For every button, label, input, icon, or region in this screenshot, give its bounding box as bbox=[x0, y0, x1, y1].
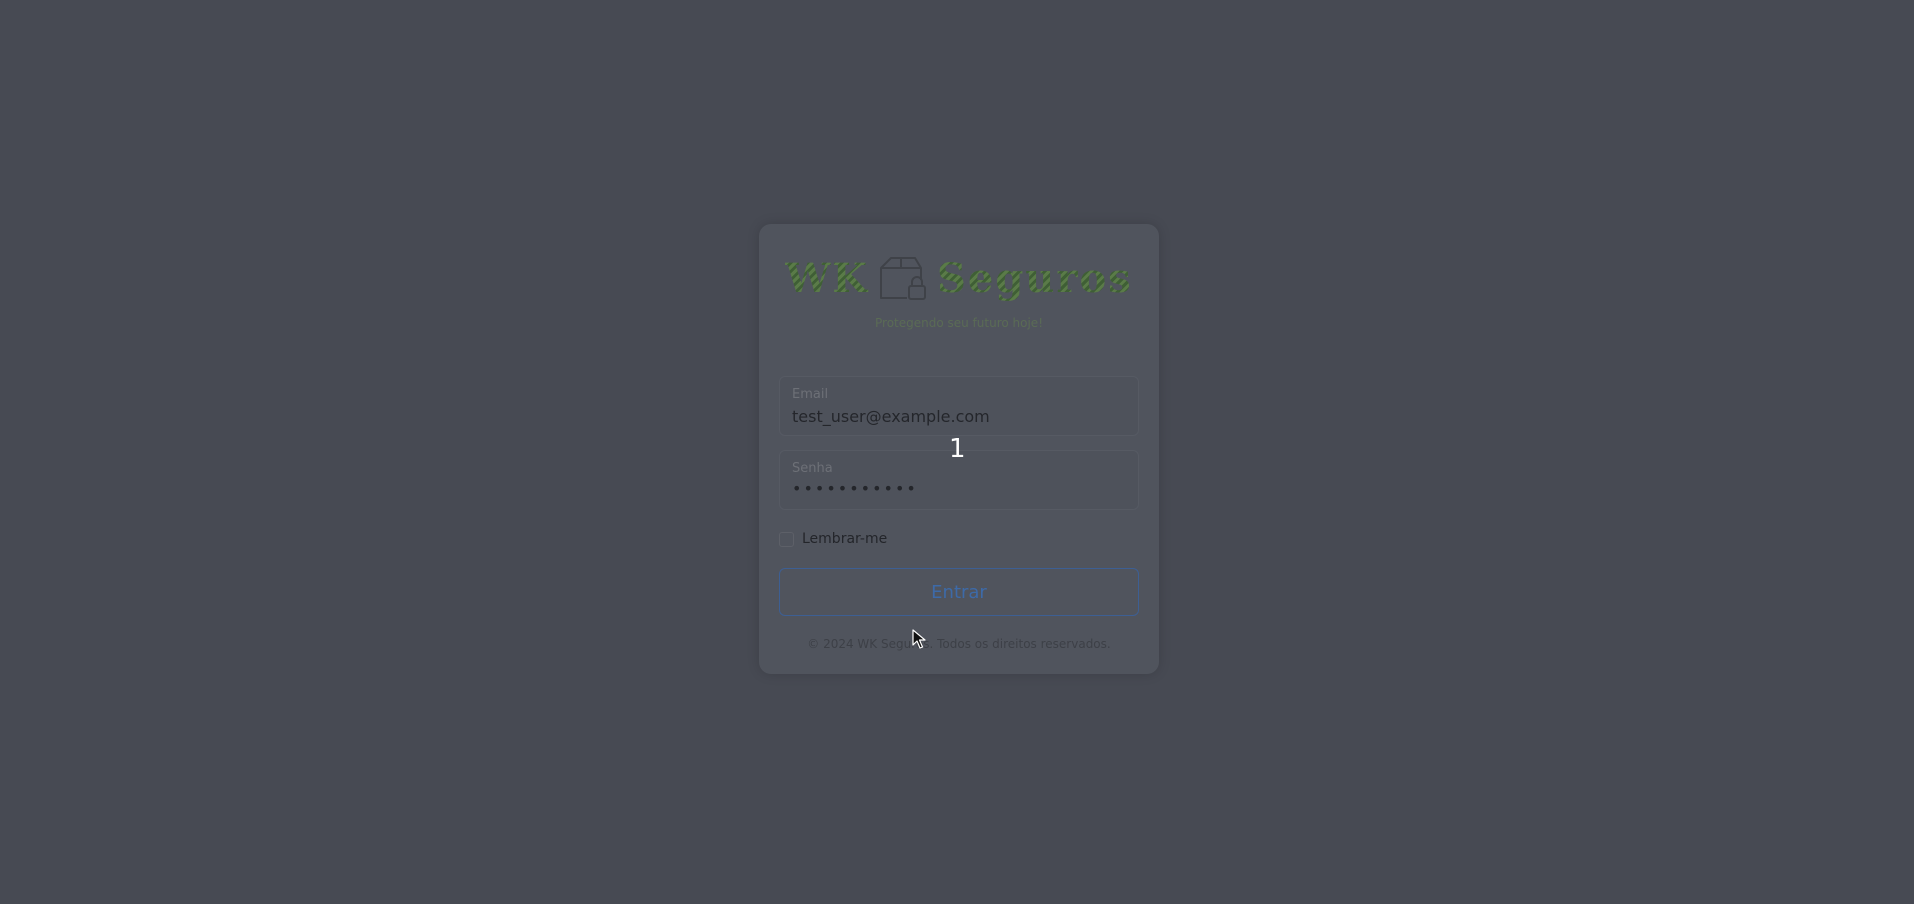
brand-name-right: Seguros bbox=[937, 255, 1133, 302]
email-input[interactable]: test_user@example.com bbox=[792, 407, 990, 426]
remember-label[interactable]: Lembrar-me bbox=[802, 531, 887, 547]
brand-name-left: WK bbox=[785, 255, 869, 302]
box-lock-icon bbox=[880, 257, 926, 300]
email-label: Email bbox=[792, 387, 829, 402]
email-field[interactable]: Email test_user@example.com bbox=[779, 376, 1139, 436]
mouse-pointer-icon bbox=[912, 629, 926, 649]
copyright-footer: © 2024 WK Seguros. Todos os direitos res… bbox=[807, 637, 1111, 651]
login-card: WK Seguros Protegendo seu futuro hoje! E… bbox=[759, 224, 1159, 674]
remember-me[interactable]: Lembrar-me bbox=[779, 531, 887, 547]
remember-checkbox[interactable] bbox=[779, 531, 794, 547]
password-input[interactable]: ••••••••••• bbox=[792, 479, 918, 498]
password-label: Senha bbox=[792, 461, 833, 476]
step-marker: 1 bbox=[949, 434, 966, 464]
brand-tagline: Protegendo seu futuro hoje! bbox=[875, 316, 1043, 330]
brand-logo: WK Seguros bbox=[759, 254, 1159, 304]
login-button[interactable]: Entrar bbox=[779, 568, 1139, 616]
login-screen: WK Seguros Protegendo seu futuro hoje! E… bbox=[0, 0, 1914, 904]
